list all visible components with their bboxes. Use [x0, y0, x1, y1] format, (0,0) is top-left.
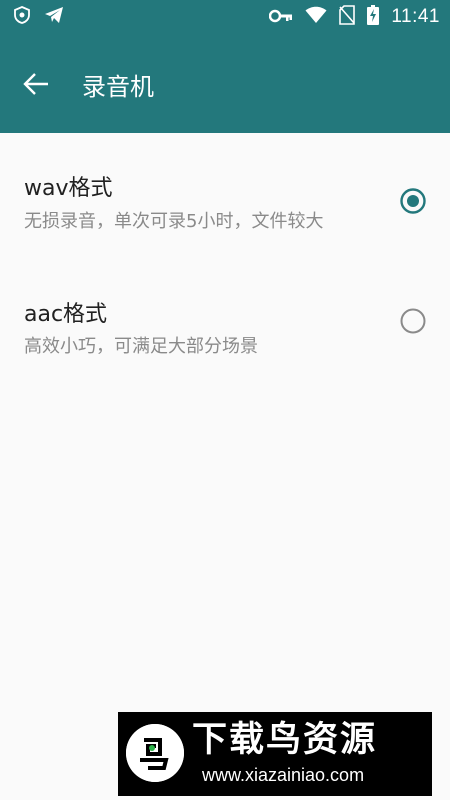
- status-bar-right: 11:41: [269, 5, 440, 29]
- watermark-text: 下载鸟资源: [192, 720, 378, 760]
- option-summary: 无损录音，单次可录5小时，文件较大: [24, 211, 324, 232]
- option-title: aac格式: [24, 302, 108, 327]
- option-title: wav格式: [24, 176, 113, 201]
- shield-icon: [14, 6, 30, 28]
- watermark-url: www.xiazainiao.com: [202, 765, 365, 785]
- key-icon: [269, 8, 293, 27]
- format-option-list: wav格式 无损录音，单次可录5小时，文件较大 aac格式 高效小巧，可满足大部…: [0, 133, 450, 363]
- page-title: 录音机: [82, 73, 154, 101]
- app-bar: 录音机: [0, 32, 450, 133]
- telegram-icon: [44, 6, 64, 28]
- status-bar: 11:41: [0, 0, 450, 32]
- wifi-icon: [305, 6, 327, 28]
- back-button[interactable]: [16, 66, 56, 106]
- radio-button-unchecked[interactable]: [400, 308, 426, 334]
- watermark-banner: 下载鸟资源 www.xiazainiao.com: [118, 712, 432, 796]
- format-option-aac[interactable]: aac格式 高效小巧，可满足大部分场景: [0, 263, 450, 363]
- radio-button-checked[interactable]: [400, 188, 426, 214]
- arrow-back-icon: [23, 73, 49, 99]
- status-time: 11:41: [391, 6, 440, 27]
- battery-charging-icon: [367, 5, 380, 29]
- bird-logo-icon: [126, 724, 184, 782]
- option-summary: 高效小巧，可满足大部分场景: [24, 336, 258, 357]
- format-option-wav[interactable]: wav格式 无损录音，单次可录5小时，文件较大: [0, 133, 450, 263]
- no-sim-icon: [339, 5, 356, 29]
- status-bar-left: [14, 6, 64, 28]
